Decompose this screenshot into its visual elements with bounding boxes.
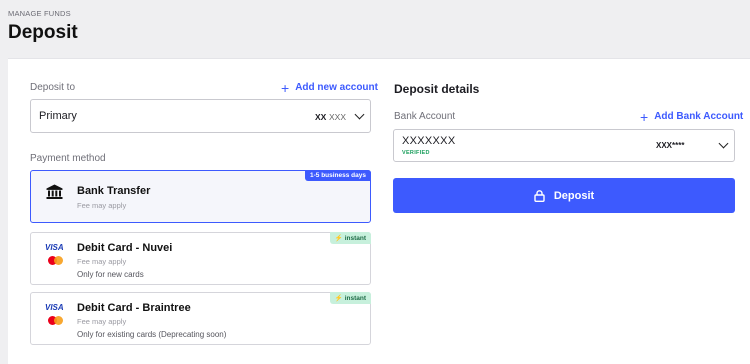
bank-account-masked: XXX**** (656, 141, 685, 150)
visa-icon: VISA (45, 243, 64, 252)
visa-icon: VISA (45, 303, 64, 312)
add-bank-account-link[interactable]: + Add Bank Account (640, 108, 744, 125)
payment-method-bank-transfer[interactable]: 1-5 business days Bank Transfer Fee may … (30, 170, 371, 223)
payment-method-debit-braintree[interactable]: ⚡ instant VISA Debit Card - Braintree Fe… (30, 292, 371, 345)
add-new-account-link[interactable]: + Add new account (281, 79, 378, 96)
method-note: Only for existing cards (Deprecating soo… (77, 330, 227, 339)
instant-badge-label: instant (344, 295, 366, 302)
page-title: Deposit (8, 22, 78, 43)
mastercard-icon (48, 256, 64, 265)
deposit-account-select[interactable]: Primary XX XXX (30, 99, 371, 133)
method-name: Bank Transfer (77, 185, 151, 197)
bank-account-select[interactable]: XXXXXXX VERIFIED XXX**** (393, 129, 735, 162)
deposit-details-title: Deposit details (394, 82, 480, 96)
method-fee: Fee may apply (77, 317, 127, 326)
method-name: Debit Card - Braintree (77, 302, 191, 314)
bank-icon (46, 184, 63, 199)
deposit-button-label: Deposit (553, 189, 595, 202)
plus-icon: + (281, 79, 290, 96)
breadcrumb: MANAGE FUNDS (8, 9, 71, 18)
instant-badge: ⚡ instant (329, 292, 371, 304)
payment-method-label: Payment method (30, 153, 106, 164)
account-name: Primary (39, 110, 77, 122)
bank-account-name: XXXXXXX (402, 135, 456, 147)
add-bank-account-label: Add Bank Account (654, 111, 744, 122)
method-name: Debit Card - Nuvei (77, 242, 173, 254)
account-number-masked-light: XXX (329, 112, 347, 122)
add-new-account-label: Add new account (295, 82, 378, 93)
method-fee: Fee may apply (77, 257, 127, 266)
deposit-button[interactable]: Deposit (393, 178, 735, 213)
lock-icon (534, 189, 545, 202)
account-number-masked: XX (315, 112, 327, 122)
chevron-down-icon (718, 138, 729, 149)
instant-badge: ⚡ instant (329, 232, 371, 244)
method-fee: Fee may apply (77, 201, 127, 210)
processing-time-badge: 1-5 business days (305, 170, 371, 181)
payment-method-debit-nuvei[interactable]: ⚡ instant VISA Debit Card - Nuvei Fee ma… (30, 232, 371, 285)
bank-account-label: Bank Account (394, 111, 456, 122)
verified-badge: VERIFIED (402, 150, 430, 156)
deposit-card: Deposit to + Add new account Primary XX … (8, 58, 750, 364)
deposit-to-label: Deposit to (30, 82, 76, 93)
plus-icon: + (640, 108, 649, 125)
chevron-down-icon (354, 109, 365, 120)
mastercard-icon (48, 316, 64, 325)
method-note: Only for new cards (77, 270, 144, 279)
instant-badge-label: instant (344, 235, 366, 242)
